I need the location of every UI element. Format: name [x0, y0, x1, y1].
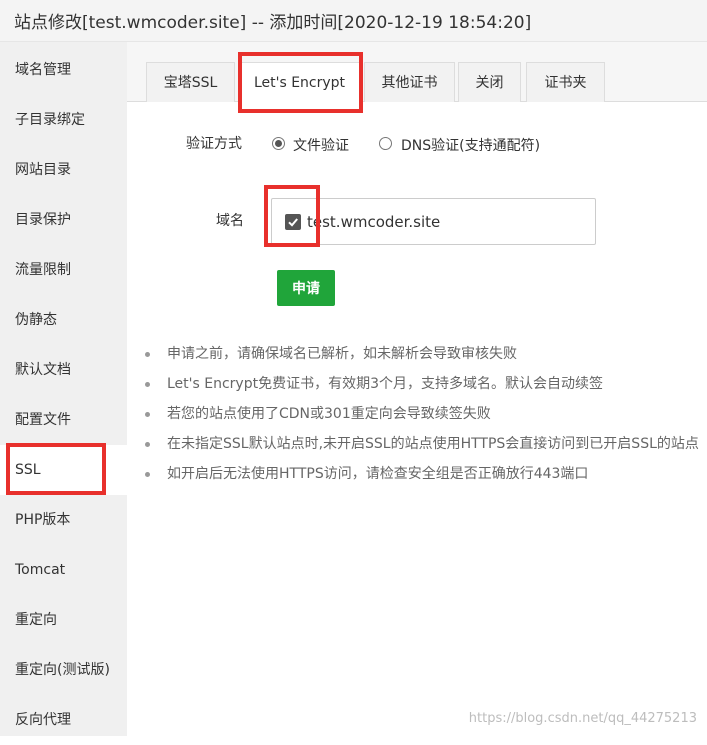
sidebar-item-label: 重定向	[15, 612, 57, 628]
dns-verify-radio[interactable]	[379, 137, 392, 150]
verify-method-label: 验证方式	[186, 136, 242, 152]
sidebar-item-php-version[interactable]: PHP版本	[0, 495, 127, 545]
bullet-icon	[145, 382, 150, 387]
dns-verify-label[interactable]: DNS验证(支持通配符)	[401, 135, 540, 155]
sidebar-item-ssl[interactable]: SSL	[0, 445, 127, 495]
sidebar-item-label: 域名管理	[15, 62, 71, 78]
domain-name-text[interactable]: test.wmcoder.site	[307, 213, 440, 231]
tab-label: 关闭	[475, 75, 504, 91]
sidebar-item-default-document[interactable]: 默认文档	[0, 345, 127, 395]
note-text: 如开启后无法使用HTTPS访问，请检查安全组是否正确放行443端口	[167, 466, 589, 482]
watermark-text: https://blog.csdn.net/qq_44275213	[468, 711, 697, 726]
sidebar-item-tomcat[interactable]: Tomcat	[0, 545, 127, 595]
list-item: Let's Encrypt免费证书，有效期3个月，支持多域名。默认会自动续签	[145, 373, 707, 403]
bullet-icon	[145, 412, 150, 417]
tab-label: 宝塔SSL	[163, 75, 218, 91]
sidebar-item-traffic-limit[interactable]: 流量限制	[0, 245, 127, 295]
list-item: 在未指定SSL默认站点时,未开启SSL的站点使用HTTPS会直接访问到已开启SS…	[145, 433, 707, 463]
ssl-tab-bar: 宝塔SSL Let's Encrypt 其他证书 关闭 证书夹	[127, 42, 707, 103]
sidebar: 域名管理 子目录绑定 网站目录 目录保护 流量限制 伪静态 默认文档 配置文件 …	[0, 42, 127, 736]
sidebar-item-redirect[interactable]: 重定向	[0, 595, 127, 645]
window-titlebar: 站点修改[test.wmcoder.site] -- 添加时间[2020-12-…	[0, 0, 707, 42]
tab-label: 证书夹	[544, 75, 587, 91]
list-item: 如开启后无法使用HTTPS访问，请检查安全组是否正确放行443端口	[145, 463, 707, 493]
note-text: 在未指定SSL默认站点时,未开启SSL的站点使用HTTPS会直接访问到已开启SS…	[167, 436, 699, 452]
bullet-icon	[145, 472, 150, 477]
sidebar-item-label: Tomcat	[15, 562, 66, 578]
sidebar-item-label: 目录保护	[15, 212, 71, 228]
sidebar-item-label: 重定向(测试版)	[15, 662, 110, 678]
tab-cert-folder[interactable]: 证书夹	[526, 62, 605, 102]
sidebar-item-rewrite[interactable]: 伪静态	[0, 295, 127, 345]
tab-lets-encrypt[interactable]: Let's Encrypt	[238, 62, 361, 103]
sidebar-item-subdirectory-binding[interactable]: 子目录绑定	[0, 95, 127, 145]
tab-other-cert[interactable]: 其他证书	[364, 62, 455, 102]
file-verify-radio[interactable]	[272, 137, 285, 150]
sidebar-item-label: 默认文档	[15, 362, 71, 378]
notes-list: 申请之前，请确保域名已解析，如未解析会导致审核失败 Let's Encrypt免…	[145, 343, 707, 493]
sidebar-item-label: 子目录绑定	[15, 112, 85, 128]
bullet-icon	[145, 442, 150, 447]
sidebar-item-label: 网站目录	[15, 162, 71, 178]
bullet-icon	[145, 352, 150, 357]
tab-close[interactable]: 关闭	[458, 62, 521, 102]
domain-label: 域名	[216, 213, 244, 229]
tab-label: Let's Encrypt	[253, 75, 346, 91]
sidebar-item-label: 流量限制	[15, 262, 71, 278]
apply-button[interactable]: 申请	[277, 270, 335, 306]
file-verify-label[interactable]: 文件验证	[293, 135, 349, 155]
sidebar-item-label: PHP版本	[15, 512, 71, 528]
note-text: 若您的站点使用了CDN或301重定向会导致续签失败	[167, 406, 491, 422]
sidebar-item-reverse-proxy[interactable]: 反向代理	[0, 695, 127, 745]
check-icon	[288, 218, 298, 227]
domain-checkbox[interactable]	[285, 214, 301, 230]
sidebar-item-label: 伪静态	[15, 312, 57, 328]
note-text: Let's Encrypt免费证书，有效期3个月，支持多域名。默认会自动续签	[167, 376, 603, 392]
sidebar-item-domain-management[interactable]: 域名管理	[0, 45, 127, 95]
tab-baota-ssl[interactable]: 宝塔SSL	[146, 62, 235, 102]
sidebar-item-config-file[interactable]: 配置文件	[0, 395, 127, 445]
tab-label: 其他证书	[381, 75, 438, 91]
sidebar-item-site-directory[interactable]: 网站目录	[0, 145, 127, 195]
sidebar-item-redirect-beta[interactable]: 重定向(测试版)	[0, 645, 127, 695]
sidebar-item-directory-protection[interactable]: 目录保护	[0, 195, 127, 245]
sidebar-item-label: 配置文件	[15, 412, 71, 428]
window-title: 站点修改[test.wmcoder.site] -- 添加时间[2020-12-…	[14, 13, 532, 33]
note-text: 申请之前，请确保域名已解析，如未解析会导致审核失败	[167, 346, 517, 362]
sidebar-item-label: SSL	[15, 462, 41, 478]
list-item: 申请之前，请确保域名已解析，如未解析会导致审核失败	[145, 343, 707, 373]
list-item: 若您的站点使用了CDN或301重定向会导致续签失败	[145, 403, 707, 433]
sidebar-item-label: 反向代理	[15, 712, 71, 728]
